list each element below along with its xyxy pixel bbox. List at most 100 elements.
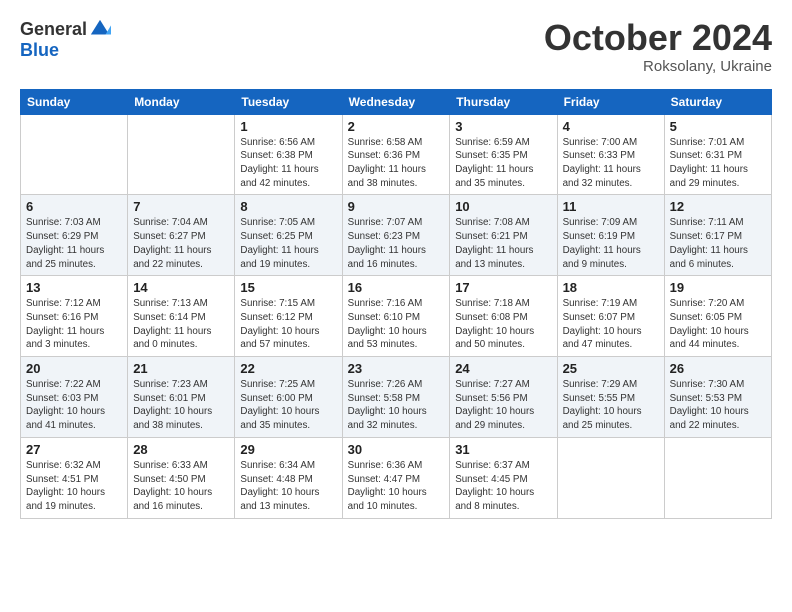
day-info: Sunrise: 7:09 AMSunset: 6:19 PMDaylight:… — [563, 216, 659, 271]
table-row: 26 Sunrise: 7:30 AM Sunset: 5:53 PM Dayligh… — [664, 357, 771, 438]
location-subtitle: Roksolany, Ukraine — [544, 58, 772, 75]
sunset-text: Sunset: 6:29 PM — [26, 231, 98, 242]
day-info: Sunrise: 7:01 AMSunset: 6:31 PMDaylight:… — [670, 136, 766, 191]
table-row: 27Sunrise: 6:32 AMSunset: 4:51 PMDayligh… — [21, 437, 128, 518]
day-info: Sunrise: 7:16 AM Sunset: 6:10 PM Daylight:… — [348, 297, 445, 352]
week-row-4: 20Sunrise: 7:22 AMSunset: 6:03 PMDayligh… — [21, 357, 772, 438]
day-info: Sunrise: 7:00 AMSunset: 6:33 PMDaylight:… — [563, 136, 659, 191]
sunrise-text: Sunrise: 6:32 AM — [26, 460, 101, 471]
sunset-text: Sunset: 6:03 PM — [26, 393, 98, 404]
day-number: 14 — [133, 280, 229, 295]
week-row-1: 1Sunrise: 6:56 AMSunset: 6:38 PMDaylight… — [21, 114, 772, 195]
sunset-text: Sunset: 6:25 PM — [240, 231, 312, 242]
sunrise-text: Sunrise: 7:30 AM — [670, 379, 745, 390]
sunset-text: Sunset: 4:50 PM — [133, 474, 205, 485]
daylight-text: Daylight: 11 hours and 3 minutes. — [26, 326, 104, 351]
day-number: 2 — [348, 119, 445, 134]
table-row: 30 Sunrise: 6:36 AMSunset: 4:47 PMDayligh… — [342, 437, 450, 518]
sunset-text: Sunset: 4:48 PM — [240, 474, 312, 485]
header-saturday: Saturday — [664, 89, 771, 114]
week-row-2: 6Sunrise: 7:03 AMSunset: 6:29 PMDaylight… — [21, 195, 772, 276]
sunset-text: Sunset: 5:55 PM — [563, 393, 635, 404]
sunrise-text: Sunrise: 7:11 AM — [670, 217, 744, 228]
sunrise-text: Sunrise: 7:19 AM — [563, 298, 638, 309]
daylight-text: Daylight: 10 hours and 38 minutes. — [133, 406, 212, 431]
sunset-text: Sunset: 5:53 PM — [670, 393, 742, 404]
day-number: 31 — [455, 442, 551, 457]
day-info: Sunrise: 7:29 AM Sunset: 5:55 PM Daylight:… — [563, 378, 659, 433]
table-row: 15Sunrise: 7:15 AMSunset: 6:12 PMDayligh… — [235, 276, 342, 357]
day-info: Sunrise: 6:37 AMSunset: 4:45 PMDaylight:… — [455, 459, 551, 514]
table-row: 8Sunrise: 7:05 AMSunset: 6:25 PMDaylight… — [235, 195, 342, 276]
daylight-text: Daylight: 11 hours and 35 minutes. — [455, 164, 533, 189]
calendar-table: Sunday Monday Tuesday Wednesday Thursday… — [20, 89, 772, 519]
daylight-text: Daylight: 10 hours and 53 minutes. — [348, 326, 427, 351]
daylight-text: Daylight: 11 hours and 0 minutes. — [133, 326, 211, 351]
day-number: 26 — [670, 361, 766, 376]
week-row-3: 13Sunrise: 7:12 AMSunset: 6:16 PMDayligh… — [21, 276, 772, 357]
day-number: 23 — [348, 361, 445, 376]
table-row — [128, 114, 235, 195]
sunrise-text: Sunrise: 6:58 AM — [348, 137, 423, 148]
title-block: October 2024 Roksolany, Ukraine — [544, 18, 772, 75]
header-sunday: Sunday — [21, 89, 128, 114]
table-row: 25Sunrise: 7:29 AMSunset: 5:55 PMDayligh… — [557, 357, 664, 438]
sunrise-text: Sunrise: 7:13 AM — [133, 298, 208, 309]
day-info: Sunrise: 7:11 AMSunset: 6:17 PMDaylight:… — [670, 216, 766, 271]
table-row: 9Sunrise: 7:07 AMSunset: 6:23 PMDaylight… — [342, 195, 450, 276]
sunrise-text: Sunrise: 7:16 AM — [348, 298, 423, 309]
daylight-text: Daylight: 11 hours and 32 minutes. — [563, 164, 641, 189]
day-info: Sunrise: 6:34 AMSunset: 4:48 PMDaylight:… — [240, 459, 336, 514]
sunset-text: Sunset: 4:47 PM — [348, 474, 420, 485]
day-number: 15 — [240, 280, 336, 295]
day-info: Sunrise: 7:08 AMSunset: 6:21 PMDaylight:… — [455, 216, 551, 271]
sunrise-text: Sunrise: 6:33 AM — [133, 460, 208, 471]
daylight-text: Daylight: 10 hours and 35 minutes. — [240, 406, 319, 431]
sunrise-text: Sunrise: 6:34 AM — [240, 460, 315, 471]
day-number: 29 — [240, 442, 336, 457]
sunrise-text: Sunrise: 6:59 AM — [455, 137, 530, 148]
week-row-5: 27Sunrise: 6:32 AMSunset: 4:51 PMDayligh… — [21, 437, 772, 518]
table-row: 1Sunrise: 6:56 AMSunset: 6:38 PMDaylight… — [235, 114, 342, 195]
day-number: 7 — [133, 199, 229, 214]
day-number: 30 — [348, 442, 445, 457]
daylight-text: Daylight: 11 hours and 16 minutes. — [348, 245, 426, 270]
day-number: 16 — [348, 280, 445, 295]
sunset-text: Sunset: 6:10 PM — [348, 312, 420, 323]
day-info: Sunrise: 7:07 AMSunset: 6:23 PMDaylight:… — [348, 216, 445, 271]
day-info: Sunrise: 7:25 AMSunset: 6:00 PMDaylight:… — [240, 378, 336, 433]
day-number: 20 — [26, 361, 122, 376]
table-row: 22Sunrise: 7:25 AMSunset: 6:00 PMDayligh… — [235, 357, 342, 438]
daylight-text: Daylight: 10 hours and 22 minutes. — [670, 406, 749, 431]
sunset-text: Sunset: 6:16 PM — [26, 312, 98, 323]
sunset-text: Sunset: 6:01 PM — [133, 393, 205, 404]
month-title: October 2024 — [544, 18, 772, 58]
day-number: 4 — [563, 119, 659, 134]
sunrise-text: Sunrise: 7:08 AM — [455, 217, 530, 228]
sunset-text: Sunset: 6:36 PM — [348, 150, 420, 161]
weekday-header-row: Sunday Monday Tuesday Wednesday Thursday… — [21, 89, 772, 114]
day-number: 1 — [240, 119, 336, 134]
daylight-text: Daylight: 11 hours and 29 minutes. — [670, 164, 748, 189]
day-number: 19 — [670, 280, 766, 295]
sunrise-text: Sunrise: 7:09 AM — [563, 217, 638, 228]
table-row: 19Sunrise: 7:20 AMSunset: 6:05 PMDayligh… — [664, 276, 771, 357]
daylight-text: Daylight: 10 hours and 25 minutes. — [563, 406, 642, 431]
logo-blue-text: Blue — [20, 40, 59, 61]
header-thursday: Thursday — [450, 89, 557, 114]
day-number: 12 — [670, 199, 766, 214]
day-info: Sunrise: 7:23 AM Sunset: 6:01 PM Daylight:… — [133, 378, 229, 433]
sunset-text: Sunset: 6:08 PM — [455, 312, 527, 323]
sunrise-text: Sunrise: 7:29 AM — [563, 379, 638, 390]
sunset-text: Sunset: 6:27 PM — [133, 231, 205, 242]
day-info: Sunrise: 6:36 AMSunset: 4:47 PMDaylight:… — [348, 459, 445, 514]
table-row: 11Sunrise: 7:09 AMSunset: 6:19 PMDayligh… — [557, 195, 664, 276]
table-row — [21, 114, 128, 195]
sunrise-text: Sunrise: 6:56 AM — [240, 137, 315, 148]
sunrise-text: Sunrise: 7:23 AM — [133, 379, 208, 390]
table-row: 6Sunrise: 7:03 AMSunset: 6:29 PMDaylight… — [21, 195, 128, 276]
table-row: 18Sunrise: 7:19 AMSunset: 6:07 PMDayligh… — [557, 276, 664, 357]
day-info: Sunrise: 6:58 AMSunset: 6:36 PMDaylight:… — [348, 136, 445, 191]
day-info: Sunrise: 7:05 AMSunset: 6:25 PMDaylight:… — [240, 216, 336, 271]
daylight-text: Daylight: 10 hours and 10 minutes. — [348, 487, 427, 512]
